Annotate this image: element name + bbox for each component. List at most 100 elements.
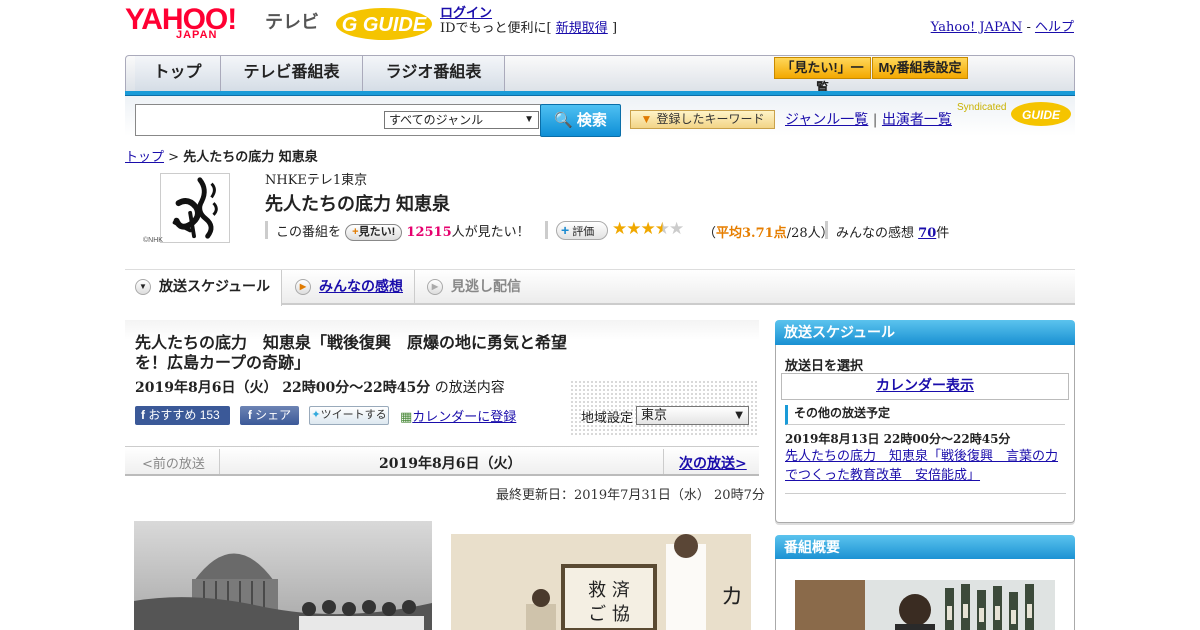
tab-schedule[interactable]: ▼ 放送スケジュール [125,270,282,306]
tab-missed[interactable]: ▶ 見逃し配信 [417,270,547,304]
genre-select-value: すべてのジャンル [389,113,484,127]
help-link[interactable]: ヘルプ [1035,20,1074,35]
kanso-unit: 件 [936,226,950,241]
registered-keywords-label: 登録したキーワード [656,112,765,126]
episode-photo-dome [134,521,432,630]
pager-divider [219,449,220,474]
tab-kanso[interactable]: ▶ みんなの感想 [285,270,415,304]
episode-date-suffix: の放送内容 [434,380,505,396]
register-link[interactable]: 新規取得 [556,21,608,36]
play-icon: ▶ [295,279,311,295]
search-icon: 🔍 [554,112,573,129]
program-logo-image [160,173,230,243]
mitai-row: この番組を +見たい! 12515人が見たい！ [276,221,530,241]
divider [785,493,1066,494]
genre-list-link[interactable]: ジャンル一覧 [785,112,868,128]
main-nav: トップ テレビ番組表 ラジオ番組表 「見たい!」一覧 My番組表設定 [125,55,1075,95]
svg-text:GUIDE: GUIDE [1022,108,1061,122]
calendar-view-button[interactable]: カレンダー表示 [781,373,1069,400]
genre-links-sep: | [872,112,878,128]
episode-date-line: 2019年8月6日（火） 22時00分～22時45分 の放送内容 [135,377,505,397]
breadcrumb-current: 先人たちの底力 知恵泉 [183,150,318,165]
yahoo-japan-logo-text: JAPAN [176,29,218,41]
svg-text:救 済: 救 済 [588,580,630,601]
calendar-register: ▦カレンダーに登録 [400,406,516,425]
nav-tab-tv[interactable]: テレビ番組表 [221,56,363,91]
half-star-icon: ★ [654,219,670,239]
breadcrumb-top-link[interactable]: トップ [125,150,164,165]
id-text: IDでもっと便利に[ [440,21,552,36]
sidebar-summary-head: 番組概要 [775,535,1075,560]
nav-tab-radio[interactable]: ラジオ番組表 [363,56,505,91]
other-broadcast-link[interactable]: 先人たちの底力 知恵泉「戦後復興 言葉の力でつくった教育改革 安倍能成」 [785,447,1067,485]
program-summary-photo [795,580,1055,630]
facebook-recommend-button[interactable]: f おすすめ 153 [135,406,230,425]
svg-text:G GUIDE: G GUIDE [342,14,427,36]
fb-share-label: シェア [255,408,292,422]
twitter-icon: ✦ [311,409,321,421]
sub-tabs: ▼ 放送スケジュール ▶ みんなの感想 ▶ 見逃し配信 [125,269,1075,306]
tweet-label: ツイートする [320,409,387,421]
svg-text:ご 協: ご 協 [588,604,630,625]
chevron-down-icon: ▼ [135,279,151,295]
other-broadcasts-label: その他の放送予定 [785,405,1065,425]
header-links: Yahoo! JAPAN - ヘルプ [931,16,1074,35]
kanso-count-link[interactable]: 70 [918,226,936,241]
svg-text:カ: カ [721,585,743,610]
episode-title: 先人たちの底力 知恵泉「戦後復興 原爆の地に勇気と希望を！広島カープの奇跡」 [135,335,568,372]
prev-broadcast[interactable]: <前の放送 [142,453,205,472]
g-guide-logo: G GUIDE [336,8,432,40]
login-area: ログイン IDでもっと便利に[ 新規取得 ] [440,6,617,36]
other-broadcast-date: 2019年8月13日 22時00分～22時45分 [785,432,1011,446]
performer-list-link[interactable]: 出演者一覧 [882,112,952,128]
plus-icon: + [561,222,570,238]
facebook-icon: f [247,408,252,422]
syndicated-text: Syndicated [957,102,1007,113]
search-button[interactable]: 🔍 検索 [540,104,621,137]
id-close: ] [611,21,618,36]
nav-tab-top[interactable]: トップ [135,56,221,91]
my-schedule-button[interactable]: My番組表設定 [872,57,968,79]
genre-select[interactable]: すべてのジャンル ▼ [384,111,539,129]
mitai-count: 12515 [406,225,452,240]
fb-count: 153 [199,408,220,422]
separator [545,221,548,239]
pager-divider [663,449,664,474]
rate-button[interactable]: + 評価 [556,221,608,240]
rating-average: （平均3.71点/28人） [703,222,834,241]
tab-schedule-label: 放送スケジュール [159,278,271,294]
g-guide-small-logo: GUIDE [1011,102,1071,126]
breadcrumb: トップ > 先人たちの底力 知恵泉 [125,146,318,165]
avg-open: （ [703,226,717,241]
registered-keywords-button[interactable]: ▼ 登録したキーワード [630,110,775,129]
fb-recommend-label: おすすめ [148,408,197,422]
avg-label: 平均3.71点 [716,226,787,241]
chevron-down-icon: ▼ [735,410,743,421]
facebook-share-button[interactable]: f シェア [240,406,299,425]
separator [265,221,268,239]
star-icon: ★★★ [612,219,656,239]
calendar-icon: ▦ [400,410,413,425]
yahoo-japan-link[interactable]: Yahoo! JAPAN [931,20,1023,35]
channel-name: NHKEテレ1東京 [265,173,368,188]
next-broadcast-link[interactable]: 次の放送> [679,453,747,473]
sidebar-schedule-head: 放送スケジュール [775,320,1075,345]
tweet-button[interactable]: ✦ツイートする [309,406,389,425]
episode-date: 2019年8月6日（火） 22時00分～22時45分 [135,380,431,396]
tv-logo-text[interactable]: テレビ [265,8,319,34]
select-date-label: 放送日を選択 [785,359,864,374]
mitai-button[interactable]: +見たい! [345,224,403,241]
play-icon: ▶ [427,279,443,295]
calendar-register-link[interactable]: カレンダーに登録 [412,410,516,425]
empty-star-icon: ★ [668,219,684,239]
mitai-list-button[interactable]: 「見たい!」一覧 [774,57,871,95]
region-select[interactable]: 東京 ▼ [636,406,749,425]
rating-stars: ★★★★★ [612,219,684,239]
kanso-summary: みんなの感想 70件 [836,222,949,241]
login-link[interactable]: ログイン [440,6,492,21]
program-title: 先人たちの底力 知恵泉 [265,194,450,214]
facebook-icon: f [141,408,145,422]
chevron-down-icon: ▼ [524,114,534,125]
nhk-mark: ©NHK [143,237,163,244]
kanso-label: みんなの感想 [836,226,915,241]
